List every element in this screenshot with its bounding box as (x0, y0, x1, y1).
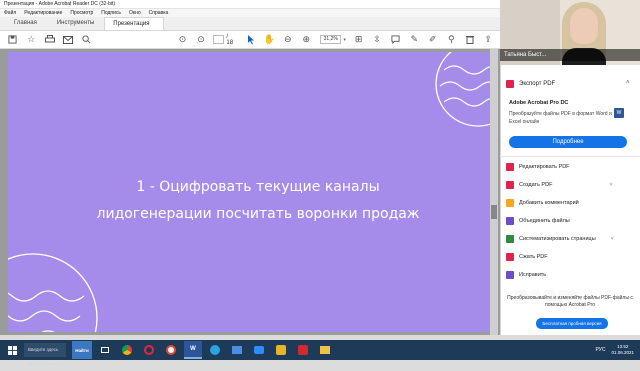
menu-help[interactable]: Справка (149, 9, 169, 17)
menu-window[interactable]: Окно (129, 9, 141, 17)
tab-document-label: Презентация (113, 21, 150, 27)
export-pdf-icon (506, 80, 514, 88)
tool-organize-pages[interactable]: Систематизировать страницы ˅ (506, 235, 614, 243)
menu-sign[interactable]: Подпись (101, 9, 121, 17)
free-trial-button[interactable]: Бесплатная пробная версия (536, 318, 608, 329)
email-icon[interactable] (62, 33, 76, 47)
print-icon[interactable] (43, 33, 57, 47)
export-pdf-label: Экспорт PDF (519, 81, 556, 87)
photos-icon[interactable] (228, 341, 246, 359)
chevron-down-icon[interactable]: ▾ (343, 37, 346, 43)
export-pdf-header[interactable]: Экспорт PDF (506, 80, 555, 88)
tool-add-comment-label: Добавить комментарий (519, 200, 579, 206)
opera-icon[interactable] (140, 341, 158, 359)
vertical-scrollbar[interactable] (490, 49, 498, 335)
chrome-icon[interactable] (118, 341, 136, 359)
scroll-mode-icon[interactable]: ⇳ (370, 33, 384, 47)
explorer-icon[interactable] (316, 341, 334, 359)
zoom-level-field[interactable]: 31,2% (320, 35, 342, 44)
taskbar-app-find[interactable]: Найти (72, 341, 92, 359)
tool-compress-pdf-label: Сжать PDF (519, 254, 548, 260)
slide-heading: 1 - Оцифровать текущие каналы лидогенера… (8, 174, 490, 228)
tool-create-pdf-label: Создать PDF (519, 182, 553, 188)
delete-icon[interactable] (463, 33, 477, 47)
tool-fill-sign[interactable]: Исправить (506, 271, 546, 279)
pane-divider (500, 156, 640, 157)
tool-edit-pdf[interactable]: Редактировать PDF (506, 163, 570, 171)
page-number-field[interactable] (212, 35, 225, 44)
chevron-down-icon[interactable]: ˅ (611, 236, 614, 242)
comment-icon[interactable] (389, 33, 403, 47)
tool-organize-pages-label: Систематизировать страницы (519, 236, 596, 242)
product-name: Adobe Acrobat Pro DC (509, 100, 569, 106)
tool-edit-pdf-label: Редактировать PDF (519, 164, 570, 170)
scrollbar-thumb[interactable] (491, 205, 497, 219)
slide-heading-line-1: 1 - Оцифровать текущие каналы (136, 179, 380, 195)
tool-compress-pdf[interactable]: Сжать PDF (506, 253, 548, 261)
tab-home[interactable]: Главная (4, 17, 47, 30)
window-title: Презентация - Adobe Acrobat Reader DC (3… (4, 1, 116, 7)
zoom-in-icon[interactable]: ⊕ (300, 33, 314, 47)
tab-document[interactable]: Презентация × (104, 17, 165, 40)
tab-tools[interactable]: Инструменты (47, 17, 104, 30)
menu-view[interactable]: Просмотр (70, 9, 93, 17)
windows-taskbar: Введите здесь текст для поиска Найти W Р… (0, 340, 640, 366)
word-icon[interactable]: W (184, 341, 202, 359)
prev-page-icon[interactable]: ⊙ (176, 33, 190, 47)
taskbar-search-input[interactable]: Введите здесь текст для поиска (24, 343, 66, 366)
zoom-app-icon[interactable] (250, 341, 268, 359)
hand-icon[interactable]: ✋ (263, 33, 277, 47)
acrobat-icon[interactable] (294, 341, 312, 359)
slide-heading-line-2: лидогенерации посчитать воронки продаж (96, 206, 420, 222)
tool-fill-sign-label: Исправить (519, 272, 547, 278)
wavy-circle-decoration-bottom (8, 253, 98, 332)
compress-pdf-icon (506, 253, 514, 261)
create-pdf-icon (506, 181, 514, 189)
telegram-icon[interactable] (206, 341, 224, 359)
task-view-icon[interactable] (96, 341, 114, 359)
yandex-icon[interactable] (272, 341, 290, 359)
wavy-circle-decoration-top (435, 52, 490, 127)
tool-add-comment[interactable]: Добавить комментарий (506, 199, 579, 207)
search-icon[interactable] (80, 33, 94, 47)
menu-file[interactable]: Файл (4, 9, 16, 17)
comment-tool-icon (506, 199, 514, 207)
promo-text: Преобразовывайте и изменяйте файлы PDF-ф… (507, 295, 633, 308)
highlight-icon[interactable]: ✐ (426, 33, 440, 47)
clock-date: 01.06.2021 (611, 350, 634, 355)
participant-name: Татьяна Быст... (500, 49, 640, 61)
fix-tool-icon (506, 271, 514, 279)
page-indicator: / 18 (212, 33, 236, 46)
pen-icon[interactable]: ✎ (407, 33, 421, 47)
language-indicator[interactable]: РУС (595, 347, 605, 353)
zoom-out-icon[interactable]: ⊖ (281, 33, 295, 47)
organize-pages-icon (506, 235, 514, 243)
bookmark-star-icon[interactable]: ☆ (25, 33, 39, 47)
combine-files-icon (506, 217, 514, 225)
edit-pdf-icon (506, 163, 514, 171)
share-icon[interactable]: ⇪ (482, 33, 496, 47)
tool-create-pdf[interactable]: Создать PDF ˅ (506, 181, 613, 189)
fit-page-icon[interactable]: ⊞ (352, 33, 366, 47)
product-description: Преобразуйте файлы PDF в формат Word и E… (509, 111, 612, 125)
chevron-down-icon[interactable]: ˅ (609, 182, 612, 188)
tool-combine-files-label: Объединить файлы (519, 218, 570, 224)
word-format-icon[interactable]: W (614, 108, 624, 118)
clock[interactable]: 13:52 01.06.2021 (611, 344, 634, 356)
tool-combine-files[interactable]: Объединить файлы (506, 217, 570, 225)
document-toolbar: ☆ ⊙ ⊙ / 18 ✋ ⊖ ⊕ 31,2% ▾ ⊞ ⇳ ✎ ✐ ⚲ ⇪ (0, 31, 500, 49)
next-page-icon[interactable]: ⊙ (194, 33, 208, 47)
chevron-up-icon[interactable]: ˄ (626, 80, 630, 86)
stamp-icon[interactable]: ⚲ (444, 33, 458, 47)
menu-edit[interactable]: Редактирование (24, 9, 62, 17)
presentation-slide: 1 - Оцифровать текущие каналы лидогенера… (8, 52, 490, 332)
page-total: / 18 (226, 33, 234, 46)
convert-button[interactable]: Подробнее (509, 136, 627, 148)
windows-start-icon[interactable] (0, 340, 24, 360)
yandex-browser-icon[interactable] (162, 341, 180, 359)
document-view[interactable]: 1 - Оцифровать текущие каналы лидогенера… (0, 49, 500, 335)
system-tray: РУС 13:52 01.06.2021 (595, 344, 640, 356)
save-icon[interactable] (6, 33, 20, 47)
select-cursor-icon[interactable] (244, 33, 258, 47)
